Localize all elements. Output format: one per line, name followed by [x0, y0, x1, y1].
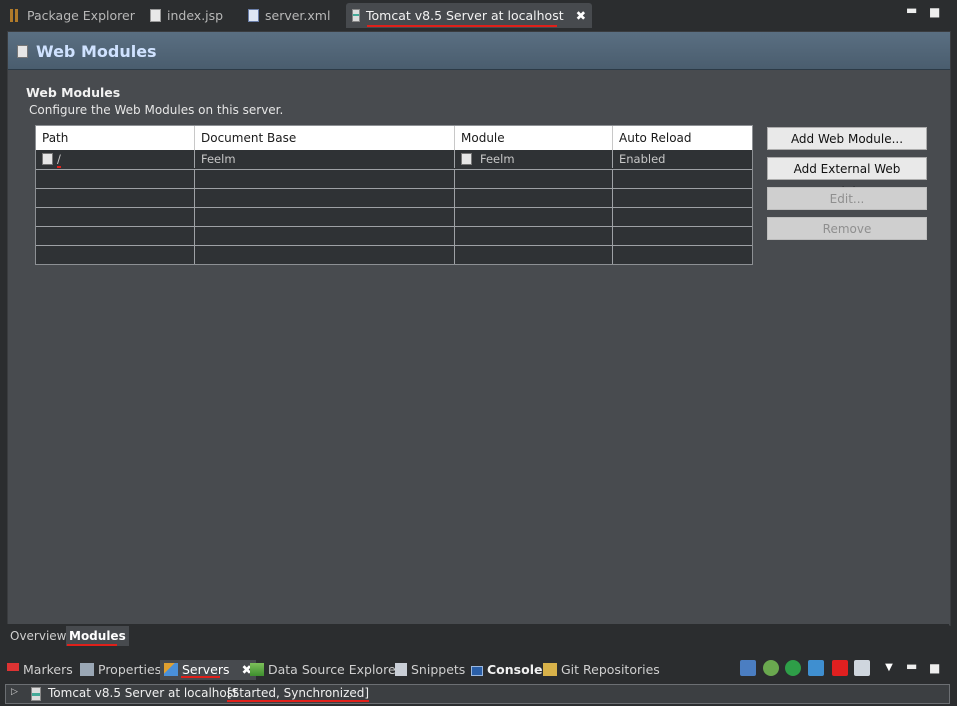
web-modules-table[interactable]: Path Document Base Module Auto Reload / …: [35, 125, 753, 265]
form-header: Web Modules: [8, 32, 950, 70]
column-header-path[interactable]: Path: [36, 126, 195, 150]
server-status: [Started, Synchronized]: [227, 686, 370, 702]
xml-file-icon: [248, 9, 259, 22]
close-icon[interactable]: ✖: [576, 8, 586, 23]
tab-server-xml[interactable]: server.xml: [248, 3, 330, 28]
maximize-icon[interactable]: ■: [929, 661, 940, 675]
remove-button[interactable]: Remove: [767, 217, 927, 240]
table-row-empty: [36, 245, 752, 264]
jsp-file-icon: [150, 9, 161, 22]
table-row-empty: [36, 207, 752, 226]
add-web-module-button[interactable]: Add Web Module...: [767, 127, 927, 150]
table-row[interactable]: / Feelm Feelm Enabled: [36, 150, 752, 169]
view-menu-icon[interactable]: ▼: [880, 660, 898, 676]
add-external-web-module-button[interactable]: Add External Web Module...: [767, 157, 927, 199]
table-row-empty: [36, 188, 752, 207]
tab-index-jsp[interactable]: index.jsp: [150, 3, 223, 28]
cell-auto-reload: Enabled: [619, 152, 666, 166]
tomcat-server-icon: [31, 687, 41, 701]
web-module-icon: [42, 153, 53, 165]
maximize-icon[interactable]: ■: [929, 5, 940, 19]
table-header: Path Document Base Module Auto Reload: [36, 126, 752, 150]
module-icon: [461, 153, 472, 165]
tomcat-server-icon: [352, 9, 360, 22]
cell-module: Feelm: [455, 150, 613, 168]
properties-icon: [80, 663, 94, 676]
editor-page-tabs: Overview Modules: [7, 624, 949, 648]
cell-path: /: [36, 150, 195, 168]
server-editor: Web Modules Web Modules Configure the We…: [7, 31, 951, 626]
console-icon: [471, 666, 483, 676]
section-title: Web Modules: [26, 85, 121, 100]
annotation-underline: [367, 25, 557, 27]
servers-icon: [164, 663, 178, 676]
minimize-icon[interactable]: ▬: [906, 659, 917, 673]
package-icon: [10, 9, 21, 22]
data-source-icon: [250, 663, 264, 676]
tab-properties[interactable]: Properties: [80, 660, 161, 680]
stop-server-icon[interactable]: [832, 660, 848, 676]
collapse-all-icon[interactable]: [740, 660, 756, 676]
server-name: Tomcat v8.5 Server at localhost: [48, 686, 238, 700]
page-title: Web Modules: [36, 42, 157, 61]
publish-icon[interactable]: [854, 660, 870, 676]
column-header-module[interactable]: Module: [455, 126, 613, 150]
edit-button[interactable]: Edit...: [767, 187, 927, 210]
tab-data-source-explorer[interactable]: Data Source Explorer: [250, 660, 401, 680]
web-module-icon: [17, 45, 28, 58]
table-row-empty: [36, 226, 752, 245]
view-tab-bar: Markers Properties Servers ✖ Data Source…: [0, 656, 957, 682]
git-icon: [543, 663, 557, 676]
editor-tab-bar: Package Explorer index.jsp server.xml To…: [0, 0, 957, 30]
start-server-icon[interactable]: [785, 660, 801, 676]
snippets-icon: [395, 663, 407, 676]
column-header-auto-reload[interactable]: Auto Reload: [613, 126, 752, 150]
cell-document-base: Feelm: [195, 150, 455, 168]
annotation-underline: [181, 676, 220, 678]
server-tree-item[interactable]: ▷ Tomcat v8.5 Server at localhost [Start…: [5, 684, 950, 704]
markers-icon: [7, 663, 19, 676]
tab-markers[interactable]: Markers: [7, 660, 73, 680]
tab-overview[interactable]: Overview: [10, 626, 67, 646]
table-row-empty: [36, 169, 752, 188]
expand-icon[interactable]: ▷: [11, 687, 18, 697]
tab-console[interactable]: Console: [471, 660, 542, 680]
tab-snippets[interactable]: Snippets: [395, 660, 465, 680]
tab-package-explorer[interactable]: Package Explorer: [10, 3, 135, 28]
annotation-underline: [67, 644, 117, 646]
minimize-icon[interactable]: ▬: [906, 3, 917, 17]
tab-git-repositories[interactable]: Git Repositories: [543, 660, 660, 680]
tab-modules[interactable]: Modules: [66, 626, 129, 646]
profile-server-icon[interactable]: [808, 660, 824, 676]
column-header-document-base[interactable]: Document Base: [195, 126, 455, 150]
debug-server-icon[interactable]: [763, 660, 779, 676]
section-description: Configure the Web Modules on this server…: [29, 103, 284, 117]
